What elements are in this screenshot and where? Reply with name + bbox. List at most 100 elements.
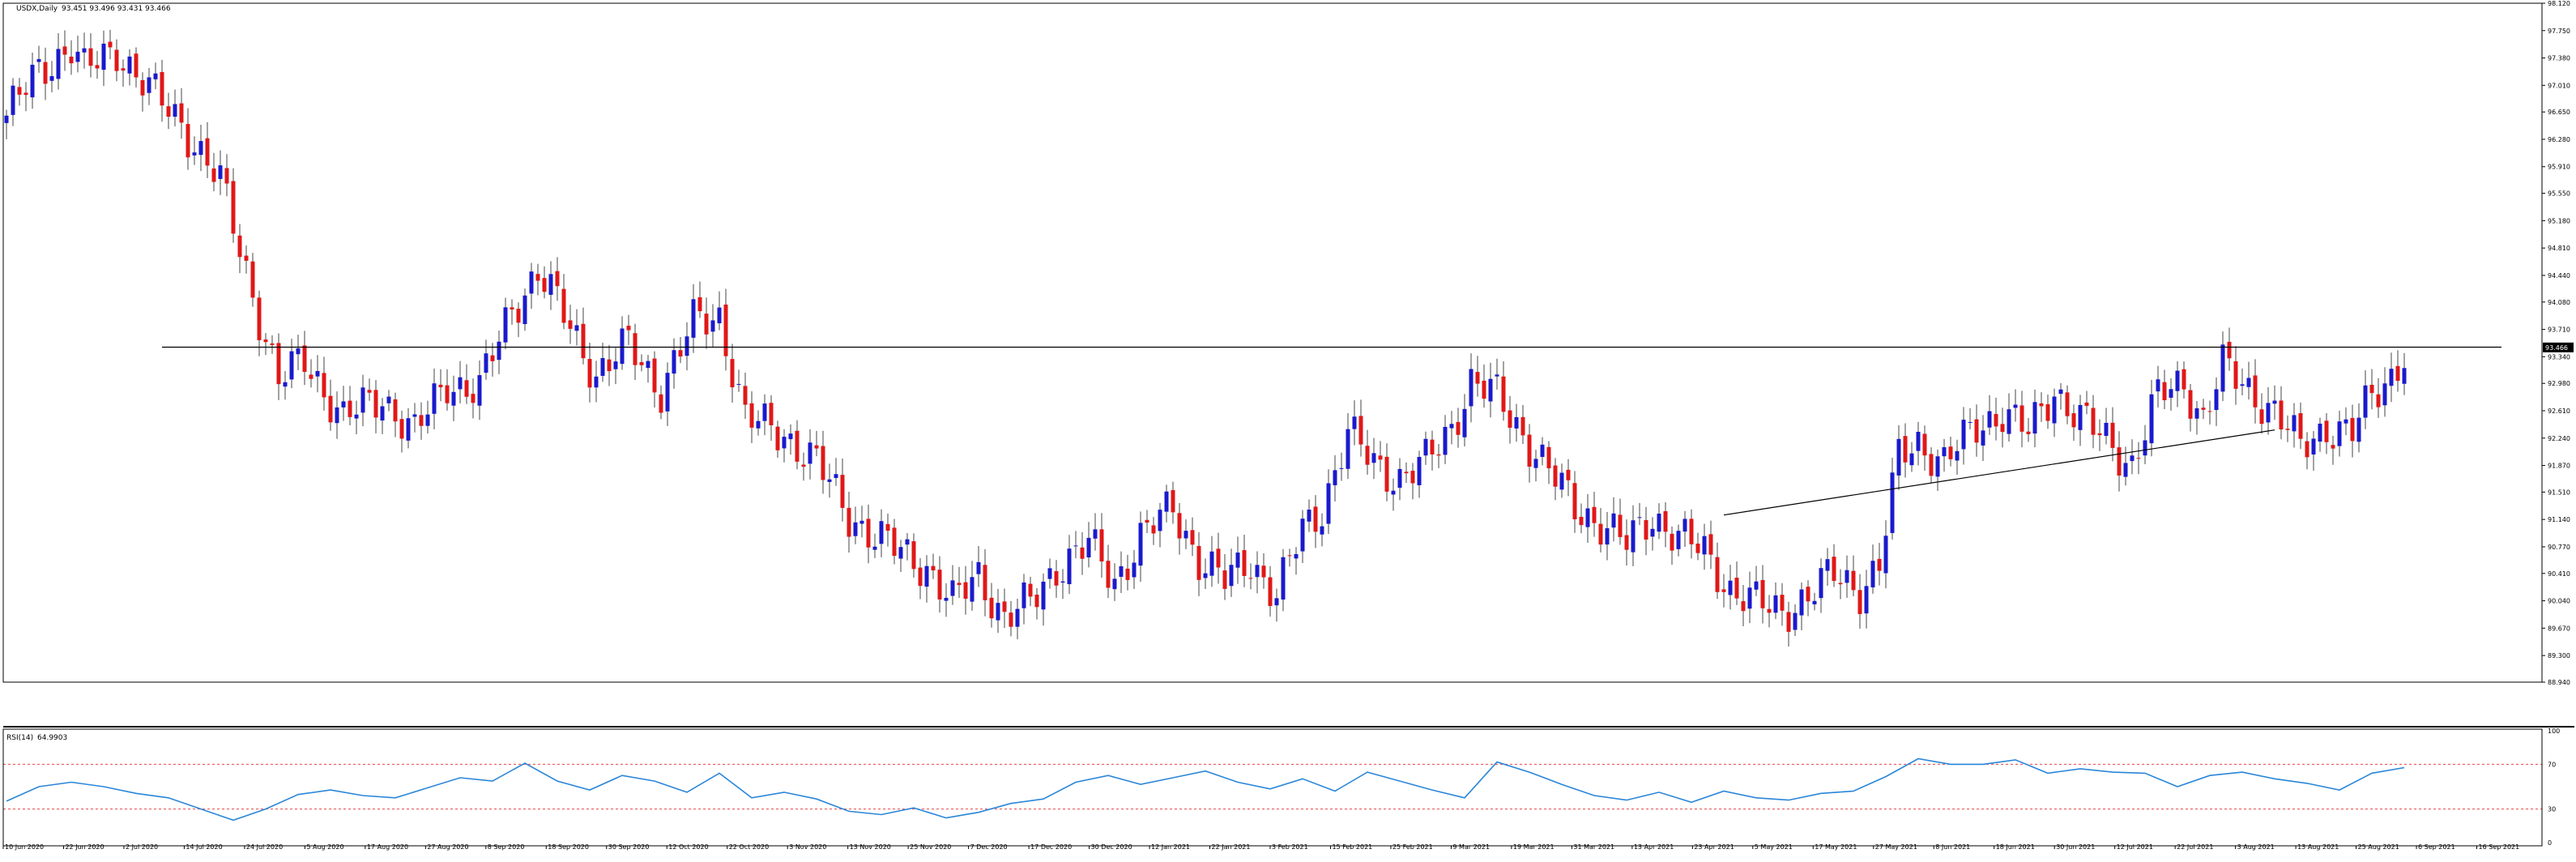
candle[interactable] [859,506,864,538]
candle[interactable] [989,582,994,628]
candle[interactable] [309,359,313,388]
candle[interactable] [1585,493,1590,544]
candle[interactable] [425,400,430,434]
main-price-panel[interactable] [4,29,2502,647]
candle[interactable] [529,262,534,309]
candle[interactable] [140,72,145,112]
candle[interactable] [1462,394,1467,446]
candle[interactable] [1695,532,1700,561]
candle[interactable] [2402,352,2407,395]
candle[interactable] [484,339,488,380]
candle[interactable] [1041,574,1046,626]
candle[interactable] [1702,523,1707,570]
candle[interactable] [1456,408,1461,448]
candle[interactable] [516,302,521,338]
candle[interactable] [1333,454,1337,501]
candle[interactable] [1495,358,1499,390]
candle[interactable] [244,245,249,274]
candle[interactable] [179,87,184,139]
candle[interactable] [464,364,469,404]
candle[interactable] [36,45,41,73]
candle[interactable] [1145,510,1149,534]
candle[interactable] [827,463,832,498]
candle[interactable] [2389,352,2394,403]
candle[interactable] [69,40,74,75]
candle[interactable] [471,378,476,419]
candle[interactable] [95,50,100,79]
candle[interactable] [840,459,845,522]
candle[interactable] [522,288,527,331]
candle[interactable] [2130,439,2135,475]
candle[interactable] [1624,519,1629,565]
candle[interactable] [296,335,301,370]
candle[interactable] [1514,403,1519,442]
candle[interactable] [1838,569,1843,600]
candle[interactable] [568,305,573,344]
candle[interactable] [555,257,560,301]
candle[interactable] [788,424,793,455]
candle[interactable] [1475,356,1480,397]
candle[interactable] [2175,361,2180,408]
candle[interactable] [1371,437,1376,480]
candle[interactable] [2019,390,2024,448]
candle[interactable] [1825,548,1830,586]
candle[interactable] [1760,565,1765,624]
candle[interactable] [263,333,268,356]
candle[interactable] [697,281,702,318]
candle[interactable] [872,533,877,558]
trendline-rising-support[interactable] [1723,429,2275,516]
candle[interactable] [749,390,754,443]
candle[interactable] [2214,377,2219,426]
candle[interactable] [600,343,605,382]
candle[interactable] [237,224,242,274]
candle[interactable] [1767,595,1772,628]
candle[interactable] [1773,582,1778,620]
candle[interactable] [1721,574,1726,608]
candle[interactable] [1119,551,1124,594]
candle[interactable] [1190,517,1195,557]
candle[interactable] [1683,510,1687,548]
candle[interactable] [2279,386,2284,440]
candle[interactable] [2369,369,2374,410]
candle[interactable] [360,374,365,427]
candle[interactable] [1274,588,1279,622]
candle[interactable] [2045,395,2050,429]
candle[interactable] [2266,386,2271,435]
candle[interactable] [1741,585,1746,627]
rsi-panel[interactable] [3,757,2542,821]
candle[interactable] [30,53,35,109]
candle[interactable] [548,261,553,310]
candle[interactable] [335,391,339,439]
candle[interactable] [62,30,67,71]
candle[interactable] [1482,364,1486,408]
candle[interactable] [2220,331,2225,402]
candle[interactable] [1708,520,1713,570]
candle[interactable] [2337,410,2342,457]
candle[interactable] [561,274,566,330]
candle[interactable] [11,78,15,126]
candle[interactable] [2382,367,2387,417]
candle[interactable] [1922,425,1927,472]
candle[interactable] [620,316,625,370]
candle[interactable] [1870,544,1875,594]
candle[interactable] [510,299,514,325]
candle[interactable] [2097,419,2102,451]
candle[interactable] [892,518,897,565]
candle[interactable] [1592,492,1597,537]
candle[interactable] [49,61,54,92]
candle[interactable] [1320,513,1324,547]
candle[interactable] [808,429,812,480]
candle[interactable] [2253,359,2258,424]
candle[interactable] [283,371,288,400]
candle[interactable] [289,339,294,389]
candle[interactable] [2311,431,2316,472]
candle[interactable] [1598,508,1603,553]
candle[interactable] [1546,441,1551,484]
candle[interactable] [1177,503,1182,555]
candle[interactable] [970,561,975,611]
candle[interactable] [691,284,696,353]
candle[interactable] [17,78,22,106]
candle[interactable] [1540,437,1545,466]
candle[interactable] [1832,544,1836,587]
candle[interactable] [659,385,663,420]
